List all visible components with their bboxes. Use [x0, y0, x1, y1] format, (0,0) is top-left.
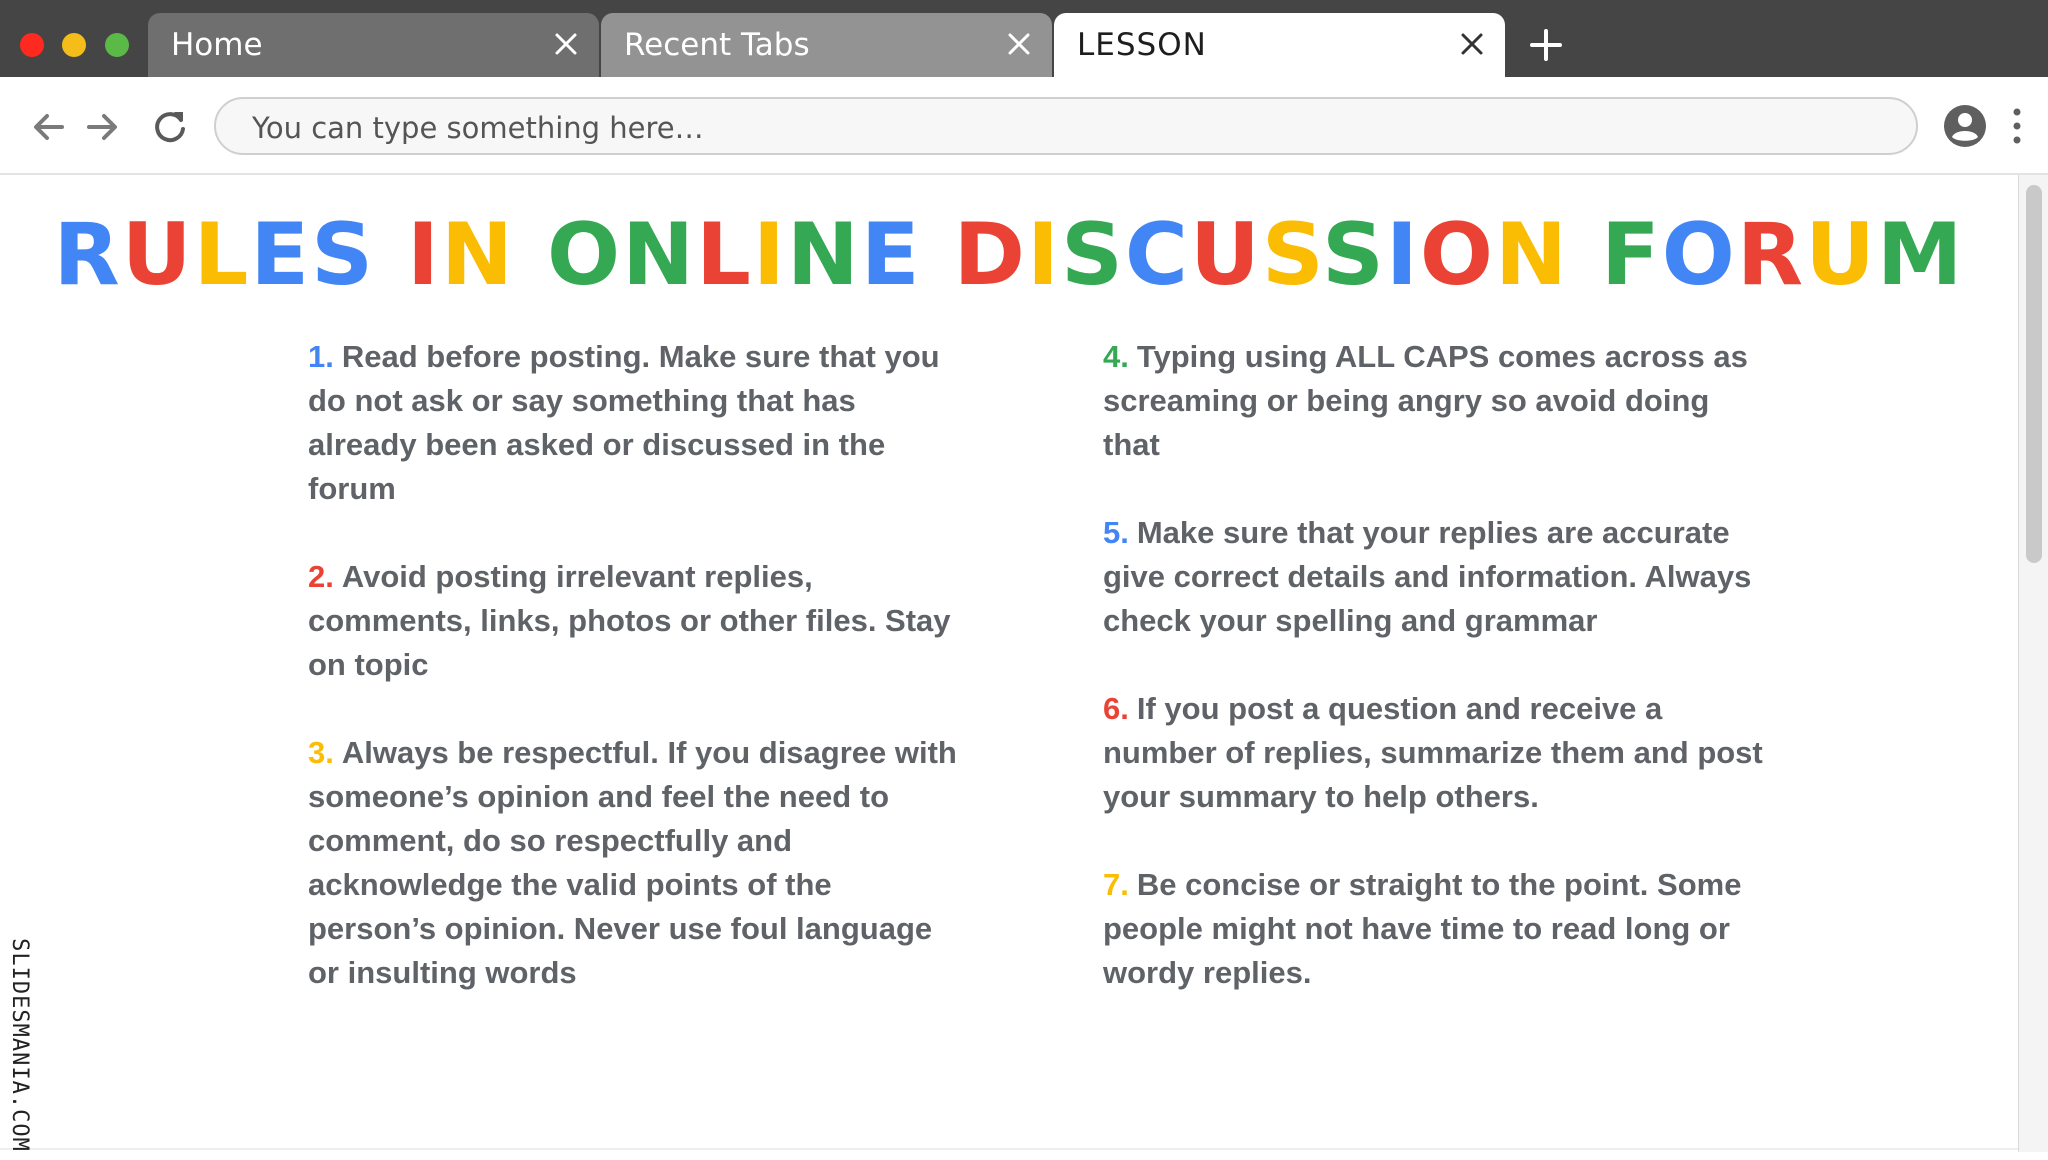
title-letter: D — [953, 205, 1027, 305]
rule-number: 7. — [1103, 867, 1129, 902]
page-title: RULES IN ONLINE DISCUSSION FORUM — [0, 205, 2018, 305]
rules-column-right: 4. Typing using ALL CAPS comes across as … — [1103, 335, 1763, 1039]
rule-number: 5. — [1103, 515, 1129, 550]
title-letter: S — [1261, 205, 1322, 305]
title-letter: N — [441, 205, 516, 305]
title-word: IN — [407, 205, 515, 305]
forward-arrow-icon[interactable] — [83, 108, 121, 146]
title-word: ONLINE — [547, 205, 922, 305]
rule-item: 5. Make sure that your replies are accura… — [1103, 511, 1763, 643]
close-icon[interactable] — [553, 31, 579, 57]
title-letter: R — [53, 205, 122, 305]
rule-item: 1. Read before posting. Make sure that yo… — [308, 335, 968, 511]
title-letter: S — [1321, 205, 1386, 305]
back-arrow-icon[interactable] — [30, 108, 68, 146]
rule-item: 3. Always be respectful. If you disagree … — [308, 731, 968, 995]
tab-recent-tabs[interactable]: Recent Tabs — [601, 13, 1052, 77]
rule-number: 4. — [1103, 339, 1129, 374]
rule-text: Read before posting. Make sure that you … — [308, 339, 940, 506]
close-icon[interactable] — [1006, 31, 1032, 57]
title-letter: R — [1736, 205, 1806, 305]
rule-text: If you post a question and receive a num… — [1103, 691, 1763, 814]
title-letter: U — [1190, 205, 1262, 305]
title-letter: O — [546, 205, 623, 305]
scrollbar-thumb[interactable] — [2026, 185, 2042, 563]
title-letter: F — [1600, 205, 1662, 305]
title-letter: N — [622, 205, 697, 305]
close-icon[interactable] — [1459, 31, 1485, 57]
address-bar[interactable] — [214, 97, 1918, 155]
rule-text: Make sure that your replies are accurate… — [1103, 515, 1752, 638]
rule-number: 1. — [308, 339, 334, 374]
title-letter: S — [1060, 205, 1125, 305]
rule-number: 3. — [308, 735, 334, 770]
tab-label: Recent Tabs — [624, 27, 810, 63]
title-letter: U — [1805, 205, 1877, 305]
rule-text: Avoid posting irrelevant replies, commen… — [308, 559, 951, 682]
title-letter: U — [121, 205, 194, 305]
title-word: FORUM — [1601, 205, 1965, 305]
title-letter: L — [193, 205, 251, 305]
title-word: DISCUSSION — [954, 205, 1569, 305]
more-vert-icon[interactable] — [2007, 105, 2027, 147]
watermark: SLIDESMANIA.COM — [7, 938, 32, 1152]
rule-text: Typing using ALL CAPS comes across as sc… — [1103, 339, 1748, 462]
reload-icon[interactable] — [151, 108, 189, 146]
rule-number: 2. — [308, 559, 334, 594]
window-minimize-button[interactable] — [62, 33, 86, 57]
browser-toolbar — [0, 77, 2048, 175]
scrollbar[interactable] — [2018, 175, 2048, 1152]
rule-item: 6. If you post a question and receive a n… — [1103, 687, 1763, 819]
address-input[interactable] — [250, 107, 1854, 149]
page-content: RULES IN ONLINE DISCUSSION FORUM 1. Read … — [0, 175, 2018, 1152]
tab-label: Home — [171, 27, 263, 63]
title-letter: N — [786, 205, 861, 305]
rule-text: Always be respectful. If you disagree wi… — [308, 735, 957, 990]
title-letter: S — [311, 205, 376, 305]
title-letter: E — [250, 205, 312, 305]
rules-column-left: 1. Read before posting. Make sure that yo… — [308, 335, 968, 1039]
title-letter: I — [752, 205, 787, 305]
title-letter: O — [1419, 205, 1496, 305]
title-letter: C — [1124, 205, 1191, 305]
tab-home[interactable]: Home — [148, 13, 599, 77]
window-zoom-button[interactable] — [105, 33, 129, 57]
title-letter: E — [860, 205, 922, 305]
rule-item: 2. Avoid posting irrelevant replies, comm… — [308, 555, 968, 687]
rule-item: 7. Be concise or straight to the point. S… — [1103, 863, 1763, 995]
title-letter: I — [1026, 205, 1061, 305]
tab-label: LESSON — [1077, 27, 1207, 63]
page-divider — [0, 1148, 2018, 1150]
title-word: RULES — [54, 205, 376, 305]
title-letter: O — [1661, 205, 1737, 305]
title-letter: I — [407, 205, 442, 305]
tab-lesson[interactable]: LESSON — [1054, 13, 1505, 77]
tab-strip: Home Recent Tabs LESSON — [0, 0, 2048, 77]
rule-item: 4. Typing using ALL CAPS comes across as … — [1103, 335, 1763, 467]
title-letter: I — [1385, 205, 1420, 305]
title-letter: M — [1876, 205, 1965, 305]
rule-number: 6. — [1103, 691, 1129, 726]
title-letter: L — [696, 205, 753, 305]
window-close-button[interactable] — [20, 33, 44, 57]
title-letter: N — [1495, 205, 1570, 305]
new-tab-plus-icon[interactable] — [1528, 27, 1564, 63]
rule-text: Be concise or straight to the point. Som… — [1103, 867, 1742, 990]
account-icon[interactable] — [1943, 104, 1987, 148]
